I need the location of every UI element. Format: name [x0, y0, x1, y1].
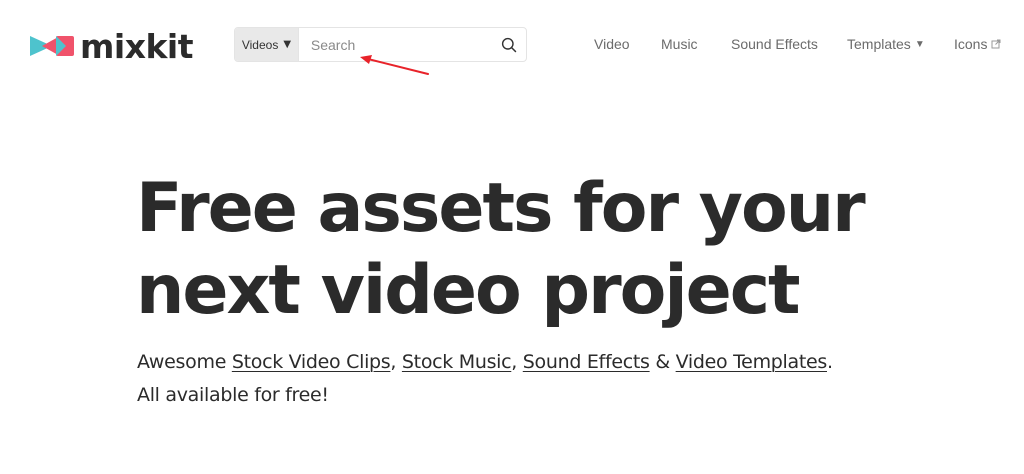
caret-down-icon: ▼ [914, 38, 925, 50]
hero-title: Free assets for your next video project [136, 168, 896, 332]
hero-title-line-1: Free assets for your [136, 169, 866, 248]
hero-sub-sep-3: & [649, 351, 676, 373]
external-link-icon [991, 39, 1001, 49]
hero-subtitle: Awesome Stock Video Clips, Stock Music, … [137, 346, 937, 412]
hero-sub-end: . [827, 351, 833, 373]
main-nav: Video Music Sound Effects Templates ▼ Ic… [0, 36, 1024, 54]
nav-item-icons[interactable]: Icons [954, 36, 1001, 52]
hero-sub-line-2: All available for free! [137, 384, 329, 406]
link-video-templates[interactable]: Video Templates [676, 351, 828, 373]
hero-sub-prefix: Awesome [137, 351, 232, 373]
annotation-arrow-icon [360, 55, 429, 75]
nav-item-templates[interactable]: Templates ▼ [847, 36, 925, 52]
nav-item-sound-effects[interactable]: Sound Effects [731, 36, 818, 52]
link-stock-video-clips[interactable]: Stock Video Clips [232, 351, 391, 373]
link-stock-music[interactable]: Stock Music [402, 351, 512, 373]
nav-item-templates-label: Templates [847, 36, 911, 52]
link-sound-effects[interactable]: Sound Effects [523, 351, 650, 373]
hero-sub-sep-1: , [390, 351, 402, 373]
nav-item-icons-label: Icons [954, 36, 988, 52]
hero-sub-sep-2: , [511, 351, 523, 373]
site-header: mixkit Videos ▼ Video Music Sound Effect… [0, 0, 1024, 90]
nav-item-music[interactable]: Music [661, 36, 698, 52]
nav-item-video[interactable]: Video [594, 36, 630, 52]
hero-title-line-2: next video project [136, 251, 801, 330]
